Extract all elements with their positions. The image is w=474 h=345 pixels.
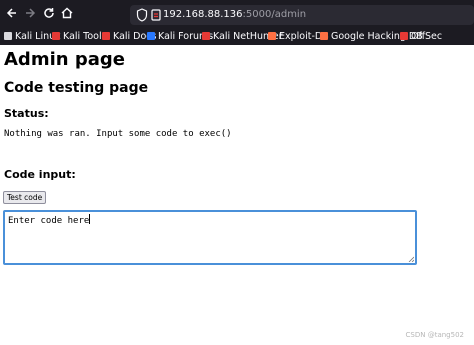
- page-subtitle: Code testing page: [4, 80, 149, 96]
- bookmark-offsec[interactable]: OffSec: [400, 29, 442, 44]
- bookmark-label: Kali Tools: [63, 31, 107, 42]
- url-host: 192.168.88.136: [163, 9, 243, 20]
- code-textarea[interactable]: Enter code here: [3, 210, 417, 265]
- home-icon: [61, 7, 73, 19]
- reload-button[interactable]: [41, 6, 57, 22]
- kali-dragon-icon: [4, 32, 12, 40]
- kali-nethunter-icon: [202, 32, 210, 40]
- kali-tools-icon: [52, 32, 60, 40]
- resize-handle-icon[interactable]: [408, 256, 414, 262]
- status-heading: Status:: [4, 107, 49, 120]
- status-text: Nothing was ran. Input some code to exec…: [4, 129, 232, 139]
- bookmark-kali-tools[interactable]: Kali Tools: [52, 29, 107, 44]
- code-textarea-value: Enter code here: [8, 216, 90, 226]
- browser-toolbar: 192.168.88.136:5000/admin: [0, 0, 474, 28]
- arrow-right-icon: [26, 8, 36, 18]
- bookmarks-bar: Kali Linux Kali Tools Kali Docs Kali For…: [0, 28, 474, 45]
- page-title: Admin page: [4, 49, 125, 70]
- kali-forums-icon: [147, 32, 155, 40]
- back-button[interactable]: [4, 6, 20, 22]
- offsec-icon: [400, 32, 408, 40]
- bookmark-label: OffSec: [411, 31, 443, 42]
- test-code-button[interactable]: Test code: [3, 191, 47, 204]
- page-content: Admin page Code testing page Status: Not…: [0, 45, 474, 345]
- url-path: :5000/admin: [242, 9, 307, 20]
- ghdb-icon: [320, 32, 328, 40]
- url-bar[interactable]: 192.168.88.136:5000/admin: [130, 5, 474, 25]
- watermark: CSDN @tang502: [405, 331, 464, 339]
- forward-button[interactable]: [22, 6, 38, 22]
- arrow-left-icon: [6, 8, 16, 18]
- shield-icon: [136, 8, 148, 22]
- page-info-icon: [151, 9, 161, 21]
- code-input-heading: Code input:: [4, 168, 76, 181]
- home-button[interactable]: [59, 6, 75, 22]
- kali-docs-icon: [102, 32, 110, 40]
- url-text: 192.168.88.136:5000/admin: [163, 7, 306, 23]
- reload-icon: [44, 8, 54, 18]
- exploit-db-icon: [268, 32, 276, 40]
- text-cursor: [89, 214, 91, 224]
